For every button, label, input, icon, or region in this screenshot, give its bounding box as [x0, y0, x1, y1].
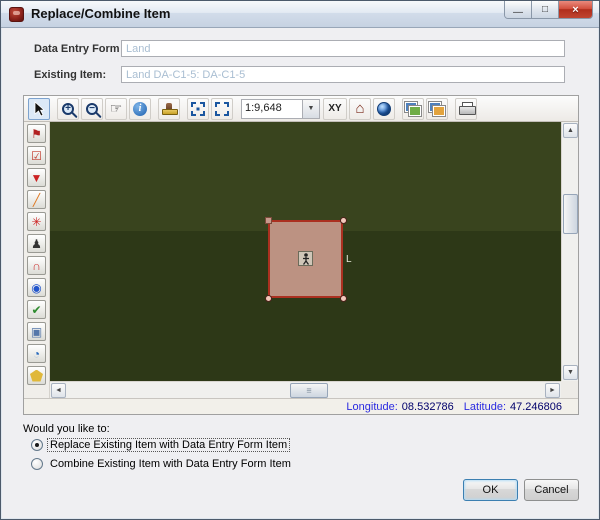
close-icon: ×	[572, 4, 578, 16]
full-extent-button[interactable]	[211, 98, 233, 120]
latitude-value: 47.246806	[510, 401, 562, 413]
parcel-handle-bottomleft[interactable]	[265, 295, 272, 302]
minimize-icon: —	[513, 7, 523, 18]
map-canvas[interactable]: L	[50, 122, 561, 381]
scroll-left-button[interactable]: ◄	[51, 383, 66, 398]
combine-radio[interactable]	[31, 458, 43, 470]
parcel-handle-bottomright[interactable]	[340, 295, 347, 302]
vertical-scroll-thumb[interactable]	[563, 194, 578, 234]
replace-radio-label[interactable]: Replace Existing Item with Data Entry Fo…	[48, 439, 289, 451]
horizontal-scrollbar[interactable]: ◄ ►	[50, 381, 561, 398]
globe-icon	[377, 102, 391, 116]
longitude-label: Longitude:	[346, 401, 397, 413]
zoom-out-icon: −	[86, 103, 98, 115]
map-body: ⚑ ☑ ▼ ╱ ✳ ♟ ∩ ◉ ✔ ▣ ◔	[24, 122, 578, 398]
globe-button[interactable]	[373, 98, 395, 120]
horizontal-scroll-thumb[interactable]	[290, 383, 328, 398]
zoom-out-button[interactable]: −	[81, 98, 103, 120]
data-entry-form-item-field[interactable]	[121, 40, 565, 57]
latitude-label: Latitude:	[464, 401, 506, 413]
window-title: Replace/Combine Item	[31, 6, 170, 21]
layers-icon	[405, 102, 421, 116]
chevron-down-icon: ▼	[308, 105, 315, 112]
home-icon: ⌂	[355, 101, 364, 116]
scroll-right-button[interactable]: ►	[545, 383, 560, 398]
combine-option-row: Combine Existing Item with Data Entry Fo…	[31, 458, 293, 470]
home-button[interactable]: ⌂	[349, 98, 371, 120]
parcel-handle-topright[interactable]	[340, 217, 347, 224]
flag-tool-icon[interactable]: ⚑	[27, 124, 46, 143]
app-icon	[9, 7, 24, 22]
ok-button[interactable]: OK	[463, 479, 518, 501]
combine-radio-label[interactable]: Combine Existing Item with Data Entry Fo…	[48, 458, 293, 470]
person-tool-icon[interactable]: ♟	[27, 234, 46, 253]
map-toolbar: + − ☞ i 1:9,648	[24, 96, 578, 122]
stamp-icon	[162, 102, 176, 116]
printer-icon	[459, 102, 474, 115]
map-panel: + − ☞ i 1:9,648	[23, 95, 579, 415]
scale-combo: 1:9,648 ▼	[241, 99, 320, 119]
would-you-like-label: Would you like to:	[23, 423, 110, 435]
checklist-tool-icon[interactable]: ☑	[27, 146, 46, 165]
pan-tool-button[interactable]: ☞	[105, 98, 127, 120]
scroll-down-button[interactable]: ▼	[563, 365, 578, 380]
zoom-in-icon: +	[62, 103, 74, 115]
check-tool-icon[interactable]: ✔	[27, 300, 46, 319]
stamp-tool-button[interactable]	[158, 98, 180, 120]
cursor-icon	[32, 101, 46, 117]
titlebar[interactable]: Replace/Combine Item — □ ×	[1, 1, 599, 28]
parcel-person-icon	[298, 251, 313, 266]
zoom-extent-button[interactable]	[187, 98, 209, 120]
line-tool-icon[interactable]: ╱	[27, 190, 46, 209]
circle-tool-icon[interactable]: ◉	[27, 278, 46, 297]
layers-preview-button[interactable]	[402, 98, 424, 120]
vertical-scrollbar[interactable]: ▲ ▼	[561, 122, 578, 381]
parcel-label: L	[346, 254, 352, 265]
image-overlay-icon	[429, 102, 445, 116]
zoom-in-button[interactable]: +	[57, 98, 79, 120]
select-tool-button[interactable]	[28, 98, 50, 120]
replace-option-row: Replace Existing Item with Data Entry Fo…	[31, 439, 289, 451]
map-statusbar: Longitude: 08.532786 Latitude: 47.246806	[24, 398, 578, 414]
info-tool-button[interactable]: i	[129, 98, 151, 120]
maximize-button[interactable]: □	[532, 1, 559, 18]
full-extent-icon	[214, 101, 230, 117]
tool-palette: ⚑ ☑ ▼ ╱ ✳ ♟ ∩ ◉ ✔ ▣ ◔	[24, 122, 50, 398]
scale-dropdown-button[interactable]: ▼	[303, 99, 320, 119]
info-icon: i	[133, 102, 147, 116]
marker-tool-icon[interactable]: ▼	[27, 168, 46, 187]
print-button[interactable]	[455, 98, 477, 120]
window-controls: — □ ×	[504, 1, 593, 19]
maximize-icon: □	[542, 4, 548, 15]
image-overlay-button[interactable]	[426, 98, 448, 120]
existing-item-field[interactable]	[121, 66, 565, 83]
arc-tool-icon[interactable]: ∩	[27, 256, 46, 275]
xy-coordinates-button[interactable]: XY	[323, 98, 347, 120]
scrollbar-corner	[561, 381, 578, 398]
zoom-extent-icon	[190, 101, 206, 117]
replace-combine-dialog: Replace/Combine Item — □ × Data Entry Fo…	[0, 0, 600, 520]
grid-tool-icon[interactable]: ▣	[27, 322, 46, 341]
cancel-button[interactable]: Cancel	[524, 479, 579, 501]
longitude-value: 08.532786	[402, 401, 454, 413]
pentagon-tool-icon[interactable]	[27, 366, 46, 385]
star-tool-icon[interactable]: ✳	[27, 212, 46, 231]
scroll-up-button[interactable]: ▲	[563, 123, 578, 138]
parcel-handle-topleft[interactable]	[265, 217, 272, 224]
replace-radio[interactable]	[31, 439, 43, 451]
minimize-button[interactable]: —	[505, 1, 532, 18]
clock-tool-icon[interactable]: ◔	[27, 344, 46, 363]
scale-value[interactable]: 1:9,648	[241, 99, 303, 119]
existing-item-label: Existing Item:	[34, 69, 106, 81]
hand-icon: ☞	[110, 100, 123, 117]
close-button[interactable]: ×	[559, 1, 592, 18]
